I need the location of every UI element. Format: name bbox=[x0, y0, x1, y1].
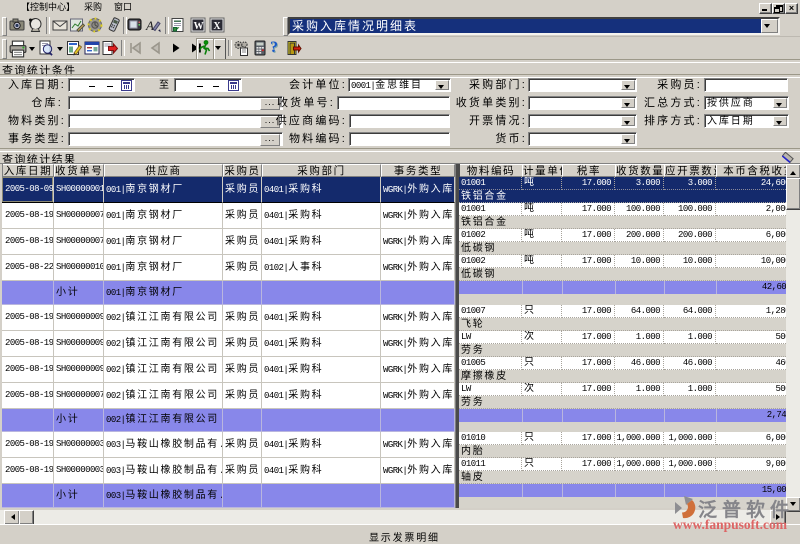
svg-text:X: X bbox=[213, 21, 221, 32]
svg-text:A: A bbox=[145, 18, 154, 33]
svg-text:W: W bbox=[194, 21, 204, 32]
